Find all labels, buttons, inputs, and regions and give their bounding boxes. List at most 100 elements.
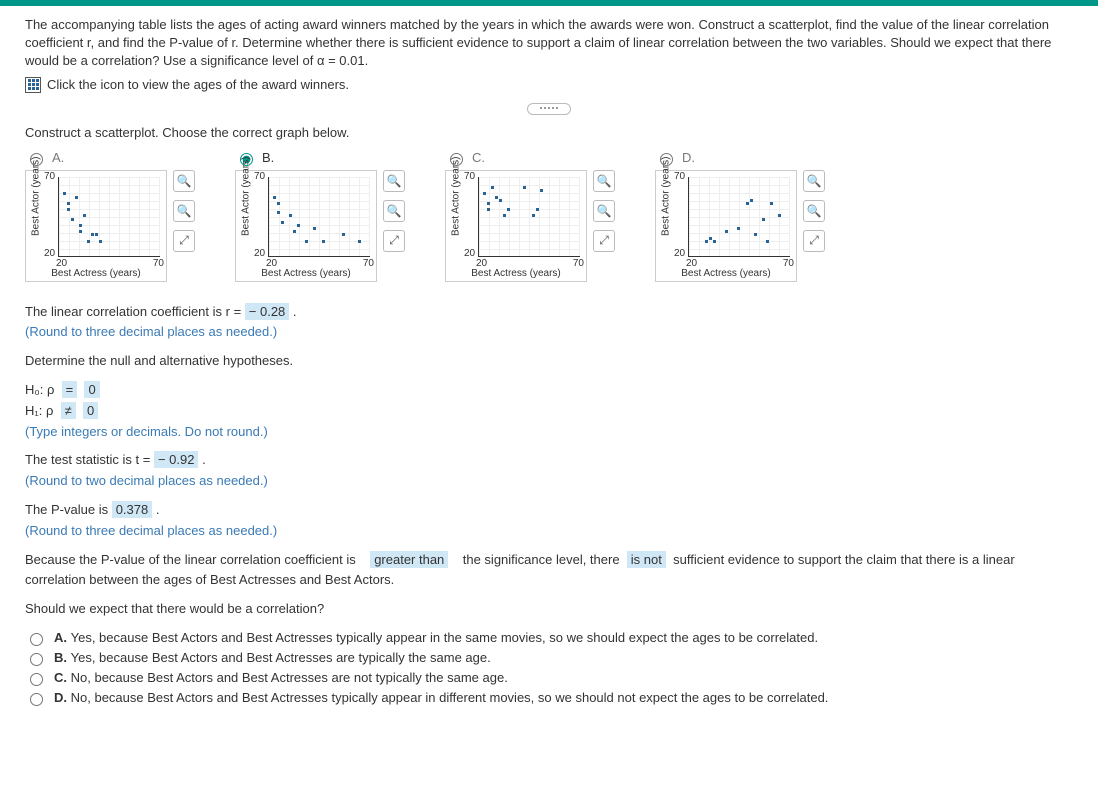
zoom-in-icon[interactable]: 🔍 [803, 170, 825, 192]
chart-b-inner [268, 177, 370, 257]
chart-c: Best Actor (years) 70 20 20 70 Best Actr… [445, 170, 587, 282]
radio-final-b[interactable] [30, 653, 43, 666]
final-c-letter: C. [54, 670, 67, 685]
intro-text: The accompanying table lists the ages of… [25, 16, 1073, 71]
chart-d-tools: 🔍 🔍 ⤢ [803, 170, 825, 282]
final-a[interactable]: A. Yes, because Best Actors and Best Act… [25, 630, 1073, 646]
content: The accompanying table lists the ages of… [0, 6, 1098, 720]
y-tick-top: 70 [674, 171, 685, 182]
hyp-hint: (Type integers or decimals. Do not round… [25, 424, 268, 439]
option-d-header[interactable]: D. [655, 150, 825, 166]
corr-hint: (Round to three decimal places as needed… [25, 324, 277, 339]
chart-xlabel: Best Actress (years) [26, 268, 166, 279]
scatter-prompt: Construct a scatterplot. Choose the corr… [25, 125, 1073, 140]
table-icon [25, 77, 41, 93]
y-tick-bot: 20 [464, 248, 475, 259]
zoom-out-icon[interactable]: 🔍 [173, 200, 195, 222]
chart-c-tools: 🔍 🔍 ⤢ [593, 170, 615, 282]
zoom-in-icon[interactable]: 🔍 [383, 170, 405, 192]
option-d-label: D. [682, 150, 695, 165]
zoom-in-icon[interactable]: 🔍 [173, 170, 195, 192]
correlation-block: The linear correlation coefficient is r … [25, 302, 1073, 344]
option-c: C. Best Actor (years) 70 20 20 70 Best A… [445, 150, 615, 282]
chart-c-inner [478, 177, 580, 257]
chart-a: Best Actor (years) 70 20 20 70 Best Actr… [25, 170, 167, 282]
p-block: The P-value is 0.378 . (Round to three d… [25, 500, 1073, 542]
option-c-header[interactable]: C. [445, 150, 615, 166]
option-a-header[interactable]: A. [25, 150, 195, 166]
y-tick-top: 70 [464, 171, 475, 182]
chart-d-inner [688, 177, 790, 257]
final-b[interactable]: B. Yes, because Best Actors and Best Act… [25, 650, 1073, 666]
radio-final-d[interactable] [30, 693, 43, 706]
radio-final-c[interactable] [30, 673, 43, 686]
concl-1: Because the P-value of the linear correl… [25, 552, 356, 567]
h0-label: H₀: ρ [25, 382, 54, 397]
p-pre: The P-value is [25, 502, 112, 517]
h0-val[interactable]: 0 [84, 381, 99, 398]
expand-icon[interactable]: ⤢ [593, 230, 615, 252]
final-a-text: Yes, because Best Actors and Best Actres… [71, 630, 818, 645]
option-b: B. Best Actor (years) 70 20 20 70 Best A… [235, 150, 405, 282]
t-block: The test statistic is t = − 0.92 . (Roun… [25, 450, 1073, 492]
h1-val[interactable]: 0 [83, 402, 98, 419]
chart-ylabel: Best Actor (years) [31, 216, 42, 236]
option-b-header[interactable]: B. [235, 150, 405, 166]
chart-c-area: Best Actor (years) 70 20 20 70 Best Actr… [445, 170, 615, 282]
corr-pre: The linear correlation coefficient is r … [25, 304, 245, 319]
final-b-text: Yes, because Best Actors and Best Actres… [71, 650, 491, 665]
chart-ylabel: Best Actor (years) [241, 216, 252, 236]
hyp-intro: Determine the null and alternative hypot… [25, 351, 1073, 372]
chart-a-area: Best Actor (years) 70 20 20 70 Best Actr… [25, 170, 195, 282]
expand-icon[interactable]: ⤢ [173, 230, 195, 252]
radio-final-a[interactable] [30, 633, 43, 646]
chart-b: Best Actor (years) 70 20 20 70 Best Actr… [235, 170, 377, 282]
final-c-text: No, because Best Actors and Best Actress… [71, 670, 508, 685]
chart-xlabel: Best Actress (years) [446, 268, 586, 279]
chart-d: Best Actor (years) 70 20 20 70 Best Actr… [655, 170, 797, 282]
y-tick-bot: 20 [254, 248, 265, 259]
y-tick-bot: 20 [44, 248, 55, 259]
chart-xlabel: Best Actress (years) [656, 268, 796, 279]
chart-xlabel: Best Actress (years) [236, 268, 376, 279]
concl-2: the significance level, there [463, 552, 620, 567]
expand-icon[interactable]: ⤢ [803, 230, 825, 252]
chart-b-area: Best Actor (years) 70 20 20 70 Best Actr… [235, 170, 405, 282]
option-a-label: A. [52, 150, 64, 165]
chart-a-tools: 🔍 🔍 ⤢ [173, 170, 195, 282]
t-value[interactable]: − 0.92 [154, 451, 199, 468]
zoom-out-icon[interactable]: 🔍 [593, 200, 615, 222]
h0-op[interactable]: = [62, 381, 78, 398]
t-hint: (Round to two decimal places as needed.) [25, 473, 268, 488]
p-value[interactable]: 0.378 [112, 501, 153, 518]
concl-drop1[interactable]: greater than [370, 551, 448, 568]
view-table-link[interactable]: Click the icon to view the ages of the a… [25, 77, 1073, 93]
hypotheses-block: Determine the null and alternative hypot… [25, 351, 1073, 442]
h1-label: H₁: ρ [25, 403, 53, 418]
y-tick-top: 70 [44, 171, 55, 182]
final-d-text: No, because Best Actors and Best Actress… [71, 690, 829, 705]
y-tick-top: 70 [254, 171, 265, 182]
expect-question: Should we expect that there would be a c… [25, 599, 1073, 620]
y-tick-bot: 20 [674, 248, 685, 259]
option-d: D. Best Actor (years) 70 20 20 70 Best A… [655, 150, 825, 282]
final-b-letter: B. [54, 650, 67, 665]
final-c[interactable]: C. No, because Best Actors and Best Actr… [25, 670, 1073, 686]
concl-drop2[interactable]: is not [627, 551, 666, 568]
separator-pill [527, 103, 571, 115]
zoom-in-icon[interactable]: 🔍 [593, 170, 615, 192]
expand-icon[interactable]: ⤢ [383, 230, 405, 252]
zoom-out-icon[interactable]: 🔍 [803, 200, 825, 222]
option-c-label: C. [472, 150, 485, 165]
final-d-letter: D. [54, 690, 67, 705]
chart-ylabel: Best Actor (years) [451, 216, 462, 236]
final-options: A. Yes, because Best Actors and Best Act… [25, 630, 1073, 706]
option-b-label: B. [262, 150, 274, 165]
zoom-out-icon[interactable]: 🔍 [383, 200, 405, 222]
final-d[interactable]: D. No, because Best Actors and Best Actr… [25, 690, 1073, 706]
corr-value[interactable]: − 0.28 [245, 303, 290, 320]
t-pre: The test statistic is t = [25, 452, 154, 467]
h1-op[interactable]: ≠ [61, 402, 76, 419]
chart-d-area: Best Actor (years) 70 20 20 70 Best Actr… [655, 170, 825, 282]
option-a: A. Best Actor (years) 70 20 20 70 Best A… [25, 150, 195, 282]
